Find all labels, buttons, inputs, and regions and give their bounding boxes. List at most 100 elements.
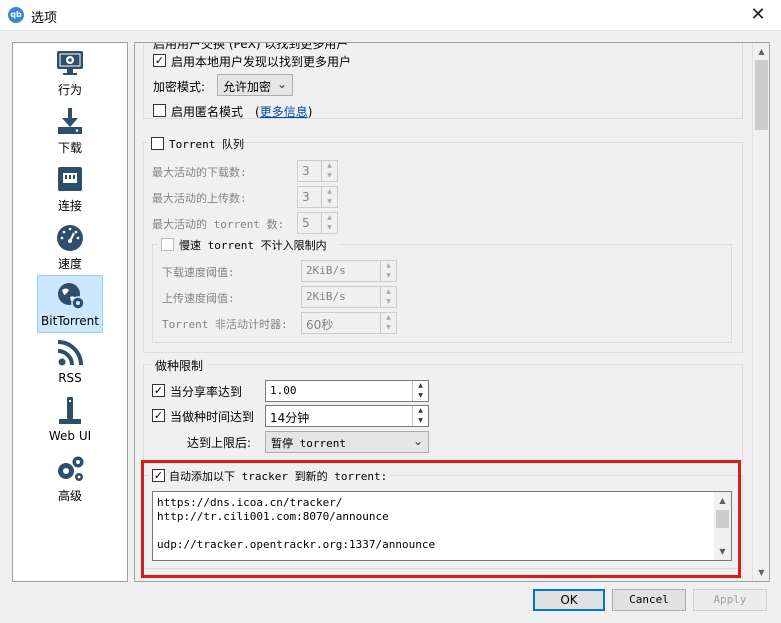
pex-checkbox-label-partial: 启用用户交换 (PeX) 以找到更多用户 xyxy=(153,42,349,51)
spin-down-icon[interactable]: ▼ xyxy=(413,416,428,426)
limit-action-label: 达到上限后: xyxy=(187,436,252,450)
inactivity-timer-spinbox[interactable]: 60秒 ▲ ▼ xyxy=(301,312,397,334)
share-ratio-label: 当分享率达到 xyxy=(170,385,243,399)
scroll-down-icon[interactable]: ▼ xyxy=(753,564,769,581)
spin-down-icon[interactable]: ▼ xyxy=(413,391,428,401)
seeding-time-checkbox[interactable]: ✓ xyxy=(152,409,165,422)
lsd-checkbox[interactable]: ✓ xyxy=(153,54,166,67)
inactivity-timer-label: Torrent 非活动计时器: xyxy=(162,318,288,331)
options-sidebar: 行为 下载 连接 速度 BitTorrent RSS Web UI 高级 xyxy=(12,42,128,582)
web-ui-icon xyxy=(59,397,81,424)
share-ratio-checkbox[interactable]: ✓ xyxy=(152,384,165,397)
sidebar-item-label: BitTorrent xyxy=(41,314,99,328)
sidebar-item-connection[interactable]: 连接 xyxy=(37,159,103,217)
download-threshold-spinbox[interactable]: 2KiB/s ▲ ▼ xyxy=(301,260,397,282)
sidebar-item-downloads[interactable]: 下载 xyxy=(37,101,103,159)
globe-gear-icon xyxy=(58,283,85,310)
settings-scroll-thumb[interactable] xyxy=(755,60,768,130)
spin-down-icon[interactable]: ▼ xyxy=(381,297,396,307)
max-torrents-value: 5 xyxy=(302,216,310,230)
close-button[interactable]: ✕ xyxy=(735,0,781,30)
apply-button[interactable]: Apply xyxy=(693,589,767,611)
upload-threshold-spinbox[interactable]: 2KiB/s ▲ ▼ xyxy=(301,286,397,308)
speedometer-icon xyxy=(57,225,83,251)
seeding-time-label: 当做种时间达到 xyxy=(170,410,255,424)
sidebar-item-speed[interactable]: 速度 xyxy=(37,217,103,275)
upload-threshold-value: 2KiB/s xyxy=(306,290,346,303)
window-title: 选项 xyxy=(31,11,58,26)
share-ratio-value: 1.00 xyxy=(270,384,297,397)
more-info: (更多信息) xyxy=(255,103,312,120)
spin-down-icon[interactable]: ▼ xyxy=(381,271,396,281)
sidebar-item-label: 行为 xyxy=(57,83,82,97)
encryption-mode-value: 允许加密 xyxy=(223,80,272,94)
encryption-label: 加密模式: xyxy=(153,80,206,94)
max-downloads-label: 最大活动的下载数: xyxy=(152,166,247,179)
download-threshold-label: 下载速度阈值: xyxy=(162,266,235,279)
spin-up-icon[interactable]: ▲ xyxy=(322,161,337,171)
download-threshold-value: 2KiB/s xyxy=(306,264,346,277)
max-torrents-label: 最大活动的 torrent 数: xyxy=(152,218,285,231)
spin-down-icon[interactable]: ▼ xyxy=(322,171,337,181)
spin-up-icon[interactable]: ▲ xyxy=(413,406,428,416)
qbittorrent-app-icon: qb xyxy=(8,7,24,23)
sidebar-item-label: RSS xyxy=(58,371,82,385)
limit-action-value: 暂停 torrent xyxy=(271,437,346,450)
chevron-down-icon: ⌄ xyxy=(276,77,287,91)
sidebar-item-label: 下载 xyxy=(57,141,82,155)
encryption-mode-select[interactable]: 允许加密 ⌄ xyxy=(217,74,293,96)
highlight-annotation xyxy=(141,460,741,578)
inactivity-timer-value: 60秒 xyxy=(306,318,334,332)
max-downloads-value: 3 xyxy=(302,164,310,178)
torrent-queue-header: Torrent 队列 xyxy=(147,135,244,151)
seeding-time-value: 14分钟 xyxy=(270,411,310,425)
spin-down-icon[interactable]: ▼ xyxy=(322,223,337,233)
seeding-time-spinbox[interactable]: 14分钟 ▲ ▼ xyxy=(265,405,429,427)
max-uploads-value: 3 xyxy=(302,190,310,204)
spin-down-icon[interactable]: ▼ xyxy=(322,197,337,207)
sidebar-item-advanced[interactable]: 高级 xyxy=(37,449,103,507)
scroll-up-icon[interactable]: ▲ xyxy=(753,43,769,60)
slow-torrents-checkbox[interactable] xyxy=(161,238,174,251)
sidebar-item-label: 高级 xyxy=(57,489,82,503)
sidebar-item-behavior[interactable]: 行为 xyxy=(37,43,103,101)
spin-up-icon[interactable]: ▲ xyxy=(381,313,396,323)
upload-threshold-label: 上传速度阈值: xyxy=(162,292,235,305)
bittorrent-settings-panel: 启用用户交换 (PeX) 以找到更多用户 ✓ 启用本地用户发现以找到更多用户 加… xyxy=(134,42,770,582)
spin-down-icon[interactable]: ▼ xyxy=(381,323,396,333)
torrent-queue-checkbox[interactable] xyxy=(151,137,164,150)
spin-up-icon[interactable]: ▲ xyxy=(413,381,428,391)
download-icon xyxy=(58,108,82,134)
more-info-paren-close: ) xyxy=(307,105,313,119)
sidebar-item-bittorrent[interactable]: BitTorrent xyxy=(37,275,103,333)
anonymous-mode-checkbox[interactable] xyxy=(153,104,166,117)
gears-icon xyxy=(58,456,84,481)
max-torrents-spinbox[interactable]: 5 ▲ ▼ xyxy=(297,212,338,234)
sidebar-item-rss[interactable]: RSS xyxy=(37,333,103,391)
settings-scrollbar[interactable]: ▲ ▼ xyxy=(752,43,769,581)
max-uploads-spinbox[interactable]: 3 ▲ ▼ xyxy=(297,186,338,208)
sidebar-item-label: 速度 xyxy=(57,257,82,271)
share-ratio-spinbox[interactable]: 1.00 ▲ ▼ xyxy=(265,380,429,402)
limit-action-select[interactable]: 暂停 torrent ⌄ xyxy=(265,431,429,453)
torrent-queue-title: Torrent 队列 xyxy=(169,138,244,151)
rss-icon xyxy=(57,340,83,366)
title-bar: qb 选项 ✕ xyxy=(0,0,781,31)
max-uploads-label: 最大活动的上传数: xyxy=(152,192,247,205)
spin-up-icon[interactable]: ▲ xyxy=(322,187,337,197)
seeding-limits-title: 做种限制 xyxy=(151,357,208,374)
spin-up-icon[interactable]: ▲ xyxy=(322,213,337,223)
spin-up-icon[interactable]: ▲ xyxy=(381,287,396,297)
chevron-down-icon: ⌄ xyxy=(412,434,423,448)
spin-up-icon[interactable]: ▲ xyxy=(381,261,396,271)
more-info-link[interactable]: 更多信息 xyxy=(260,105,308,119)
max-downloads-spinbox[interactable]: 3 ▲ ▼ xyxy=(297,160,338,182)
ok-button[interactable]: OK xyxy=(533,589,605,611)
slow-torrents-header: 慢速 torrent 不计入限制内 xyxy=(157,236,339,252)
sidebar-item-label: Web UI xyxy=(48,429,92,443)
slow-torrents-title: 慢速 torrent 不计入限制内 xyxy=(179,239,327,252)
sidebar-item-webui[interactable]: Web UI xyxy=(37,391,103,449)
network-icon xyxy=(58,167,82,191)
cancel-button[interactable]: Cancel xyxy=(612,589,686,611)
sidebar-item-label: 连接 xyxy=(57,199,82,213)
